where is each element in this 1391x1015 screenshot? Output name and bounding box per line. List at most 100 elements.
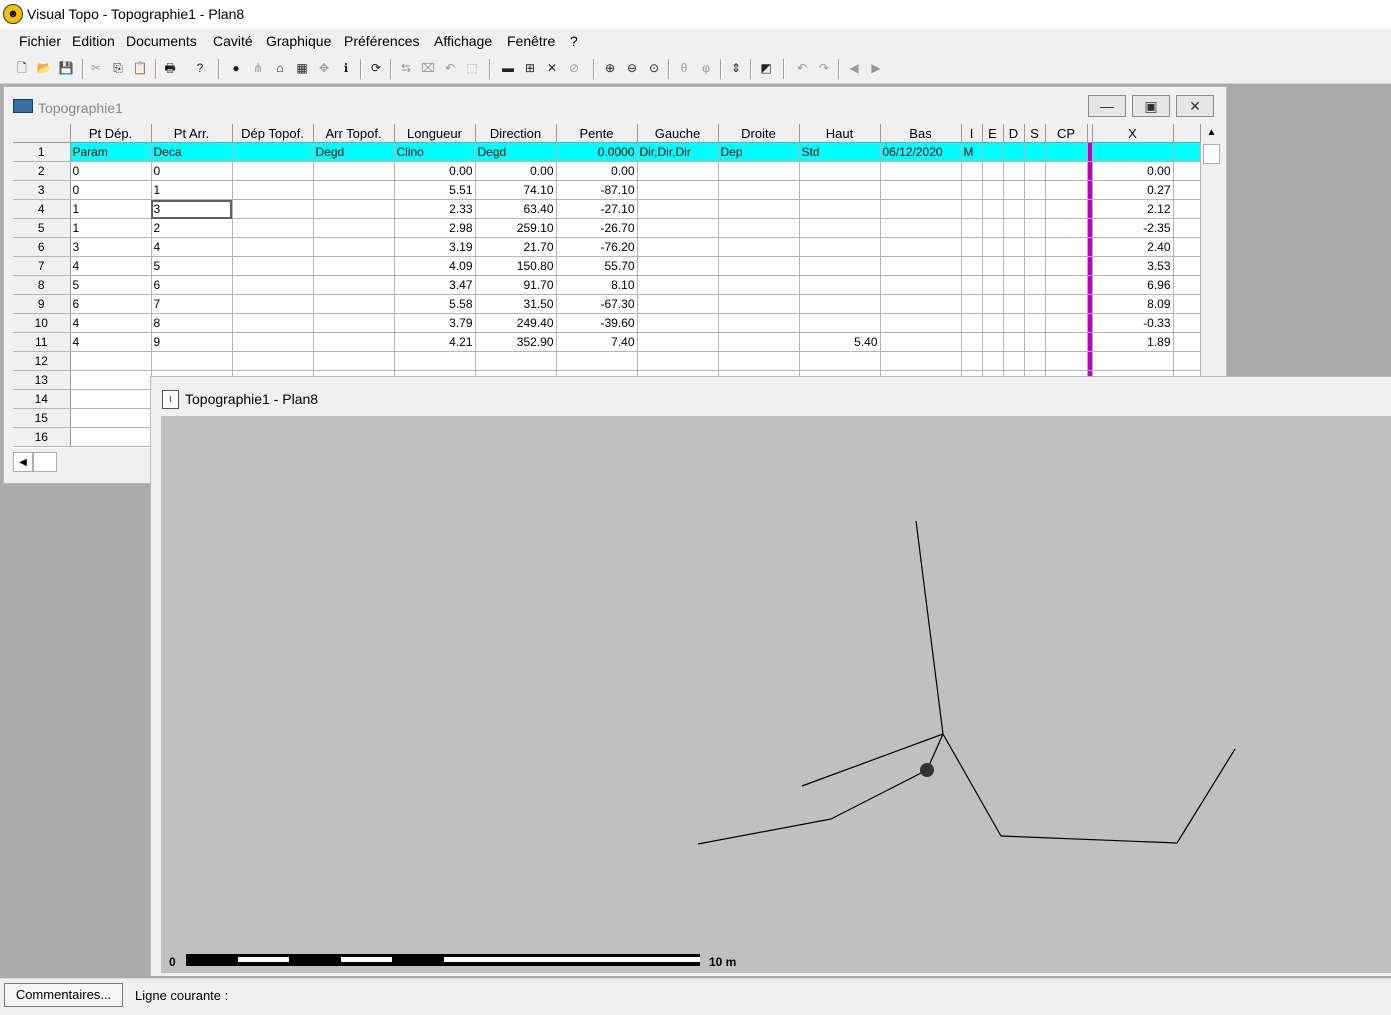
row-number[interactable]: 8	[13, 275, 71, 295]
cell-pente[interactable]: -76.20	[556, 237, 638, 257]
cell-dtop[interactable]	[232, 142, 314, 162]
cell-haut[interactable]	[799, 313, 881, 333]
cell-i[interactable]	[961, 180, 983, 200]
cell-droite[interactable]: Dep	[718, 142, 800, 162]
cell-s[interactable]	[1024, 142, 1046, 162]
help-icon[interactable]: ?	[192, 60, 208, 76]
cell-s[interactable]	[1024, 237, 1046, 257]
menu-affichage[interactable]: Affichage	[434, 33, 492, 49]
cell-d[interactable]	[1003, 294, 1025, 314]
cell-extra[interactable]	[1173, 275, 1201, 295]
cell-i[interactable]	[961, 294, 983, 314]
cell-d[interactable]	[1003, 218, 1025, 238]
cell-droite[interactable]	[718, 275, 800, 295]
cell-pente[interactable]: -26.70	[556, 218, 638, 238]
cell-droite[interactable]	[718, 218, 800, 238]
vertical-arrow-icon[interactable]: ⇕	[728, 60, 744, 76]
cell-droite[interactable]	[718, 199, 800, 219]
cell-arr[interactable]: 6	[151, 275, 233, 295]
cell-e[interactable]	[982, 275, 1004, 295]
cell-bas[interactable]	[880, 199, 962, 219]
cell-dir[interactable]: 259.10	[475, 218, 557, 238]
cell-dir[interactable]: 150.80	[475, 256, 557, 276]
column-header[interactable]: Droite	[718, 124, 800, 143]
row-number[interactable]: 9	[13, 294, 71, 314]
column-header[interactable]: Pt Dép.	[70, 124, 152, 143]
cell-e[interactable]	[982, 313, 1004, 333]
cell-i[interactable]	[961, 275, 983, 295]
cell-droite[interactable]	[718, 237, 800, 257]
cell-dir[interactable]: 91.70	[475, 275, 557, 295]
cell-x[interactable]	[1092, 142, 1174, 162]
arrow-left-icon[interactable]: ◀	[846, 60, 862, 76]
table-row[interactable]: 12	[13, 351, 1201, 371]
cell-x[interactable]: 0.00	[1092, 161, 1174, 181]
row-number[interactable]: 12	[13, 351, 71, 371]
cell-extra[interactable]	[1173, 180, 1201, 200]
cell-e[interactable]	[982, 199, 1004, 219]
cell-atop[interactable]	[313, 237, 395, 257]
column-header[interactable]: Direction	[475, 124, 557, 143]
cell-pente[interactable]	[556, 351, 638, 371]
cell-i[interactable]	[961, 237, 983, 257]
cell-long[interactable]: 4.21	[394, 332, 476, 352]
close-button[interactable]: ✕	[1176, 95, 1214, 117]
cell-x[interactable]: 2.40	[1092, 237, 1174, 257]
cell-d[interactable]	[1003, 237, 1025, 257]
open-folder-icon[interactable]: 📂	[36, 60, 52, 76]
cell-gauche[interactable]	[637, 275, 719, 295]
redo-icon[interactable]: ↷	[816, 60, 832, 76]
cell-haut[interactable]	[799, 161, 881, 181]
print-icon[interactable]: 🖶	[162, 60, 178, 76]
cell-bas[interactable]	[880, 237, 962, 257]
row-number[interactable]: 4	[13, 199, 71, 219]
cell-cp[interactable]	[1045, 180, 1088, 200]
frame-icon[interactable]: ⬚	[464, 60, 480, 76]
table-row[interactable]: 10 4 8 3.79 249.40 -39.60 -0.33	[13, 313, 1201, 333]
cell-arr[interactable]: 0	[151, 161, 233, 181]
globe-icon[interactable]: ●	[228, 60, 244, 76]
cell-dir[interactable]: 74.10	[475, 180, 557, 200]
plan-canvas[interactable]: 0 10 m	[161, 416, 1391, 973]
cell-x[interactable]: 6.96	[1092, 275, 1174, 295]
cell-d[interactable]	[1003, 142, 1025, 162]
tree-icon[interactable]: ⋔	[250, 60, 266, 76]
cell-dep[interactable]	[70, 408, 152, 428]
cell-dtop[interactable]	[232, 180, 314, 200]
close-x-icon[interactable]: ✕	[544, 60, 560, 76]
cell-d[interactable]	[1003, 313, 1025, 333]
cell-dep[interactable]: 5	[70, 275, 152, 295]
scroll-thumb[interactable]	[1203, 144, 1220, 164]
maximize-button[interactable]: ▣	[1132, 95, 1170, 117]
minimize-button[interactable]: —	[1088, 95, 1126, 117]
comments-button[interactable]: Commentaires...	[4, 983, 123, 1007]
cell-dir[interactable]: Degd	[475, 142, 557, 162]
refresh-icon[interactable]: ⟳	[368, 60, 384, 76]
table-row[interactable]: 6 3 4 3.19 21.70 -76.20 2.40	[13, 237, 1201, 257]
cell-x[interactable]: 3.53	[1092, 256, 1174, 276]
chart-icon[interactable]: ◩	[758, 60, 774, 76]
cell-extra[interactable]	[1173, 294, 1201, 314]
cell-pente[interactable]: 0.00	[556, 161, 638, 181]
cell-i[interactable]	[961, 161, 983, 181]
cell-arr[interactable]: 8	[151, 313, 233, 333]
cell-cp[interactable]	[1045, 237, 1088, 257]
cell-dep[interactable]: 1	[70, 199, 152, 219]
menu-preferences[interactable]: Préférences	[344, 33, 419, 49]
column-header[interactable]: S	[1024, 124, 1046, 143]
cell-cp[interactable]	[1045, 218, 1088, 238]
cell-d[interactable]	[1003, 351, 1025, 371]
cell-cp[interactable]	[1045, 142, 1088, 162]
cell-gauche[interactable]	[637, 161, 719, 181]
cell-pente[interactable]: 8.10	[556, 275, 638, 295]
cell-pente[interactable]: -67.30	[556, 294, 638, 314]
column-header[interactable]: Gauche	[637, 124, 719, 143]
info-icon[interactable]: ℹ	[338, 60, 354, 76]
column-header[interactable]: Pt Arr.	[151, 124, 233, 143]
cell-pente[interactable]: 7.40	[556, 332, 638, 352]
cell-haut[interactable]	[799, 275, 881, 295]
cell-long[interactable]: 5.51	[394, 180, 476, 200]
cell-extra[interactable]	[1173, 161, 1201, 181]
column-header[interactable]: Pente	[556, 124, 638, 143]
cell-extra[interactable]	[1173, 199, 1201, 219]
